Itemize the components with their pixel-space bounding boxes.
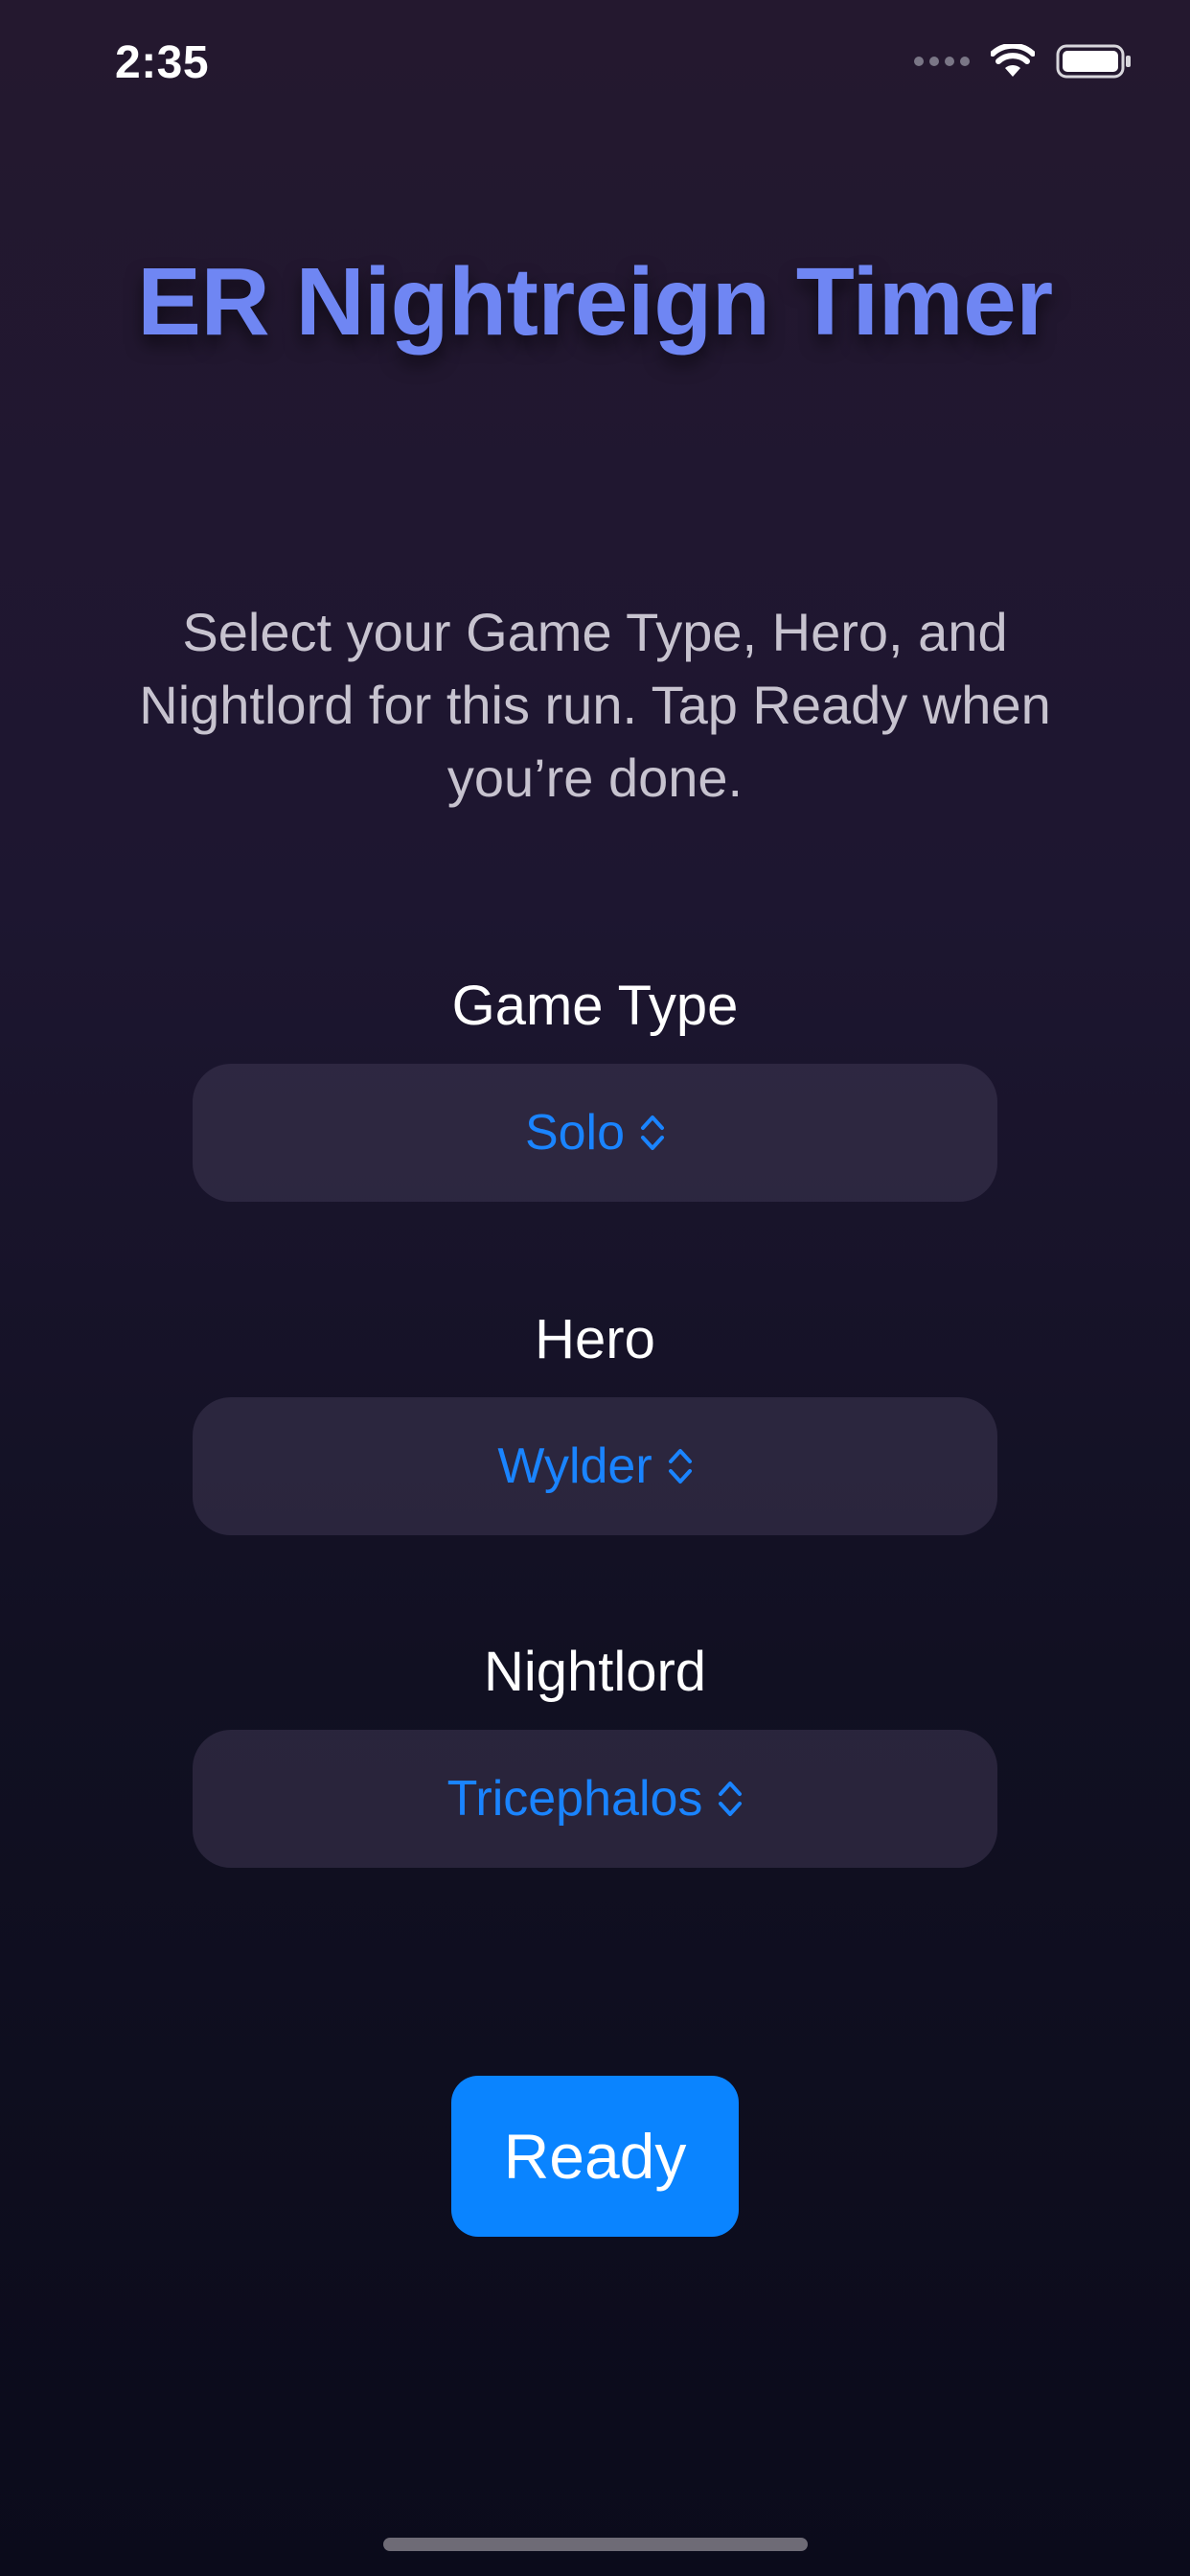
home-indicator[interactable]: [383, 2538, 808, 2551]
status-bar: 2:35: [0, 0, 1190, 134]
app-title: ER Nightreign Timer: [137, 248, 1053, 356]
game-type-group: Game Type Solo: [0, 973, 1190, 1202]
hero-value: Wylder: [497, 1438, 652, 1494]
status-time: 2:35: [115, 37, 210, 88]
hero-group: Hero Wylder: [0, 1306, 1190, 1535]
chevron-up-down-icon: [668, 1446, 693, 1486]
nightlord-value: Tricephalos: [446, 1771, 703, 1827]
game-type-picker[interactable]: Solo: [193, 1064, 997, 1202]
hero-label: Hero: [535, 1308, 655, 1370]
nightlord-picker[interactable]: Tricephalos: [193, 1730, 997, 1868]
battery-icon: [1056, 44, 1133, 79]
hero-picker[interactable]: Wylder: [193, 1397, 997, 1535]
nightlord-group: Nightlord Tricephalos: [0, 1639, 1190, 1868]
chevron-up-down-icon: [718, 1779, 743, 1819]
game-type-label: Game Type: [451, 975, 739, 1037]
signal-dots-icon: [914, 57, 970, 66]
status-icons: [914, 44, 1133, 79]
nightlord-label: Nightlord: [483, 1641, 707, 1703]
wifi-icon: [991, 44, 1035, 79]
ready-button[interactable]: Ready: [451, 2076, 739, 2237]
instructions-text: Select your Game Type, Hero, and Nightlo…: [139, 602, 1051, 808]
chevron-up-down-icon: [640, 1113, 665, 1153]
game-type-value: Solo: [524, 1105, 626, 1161]
